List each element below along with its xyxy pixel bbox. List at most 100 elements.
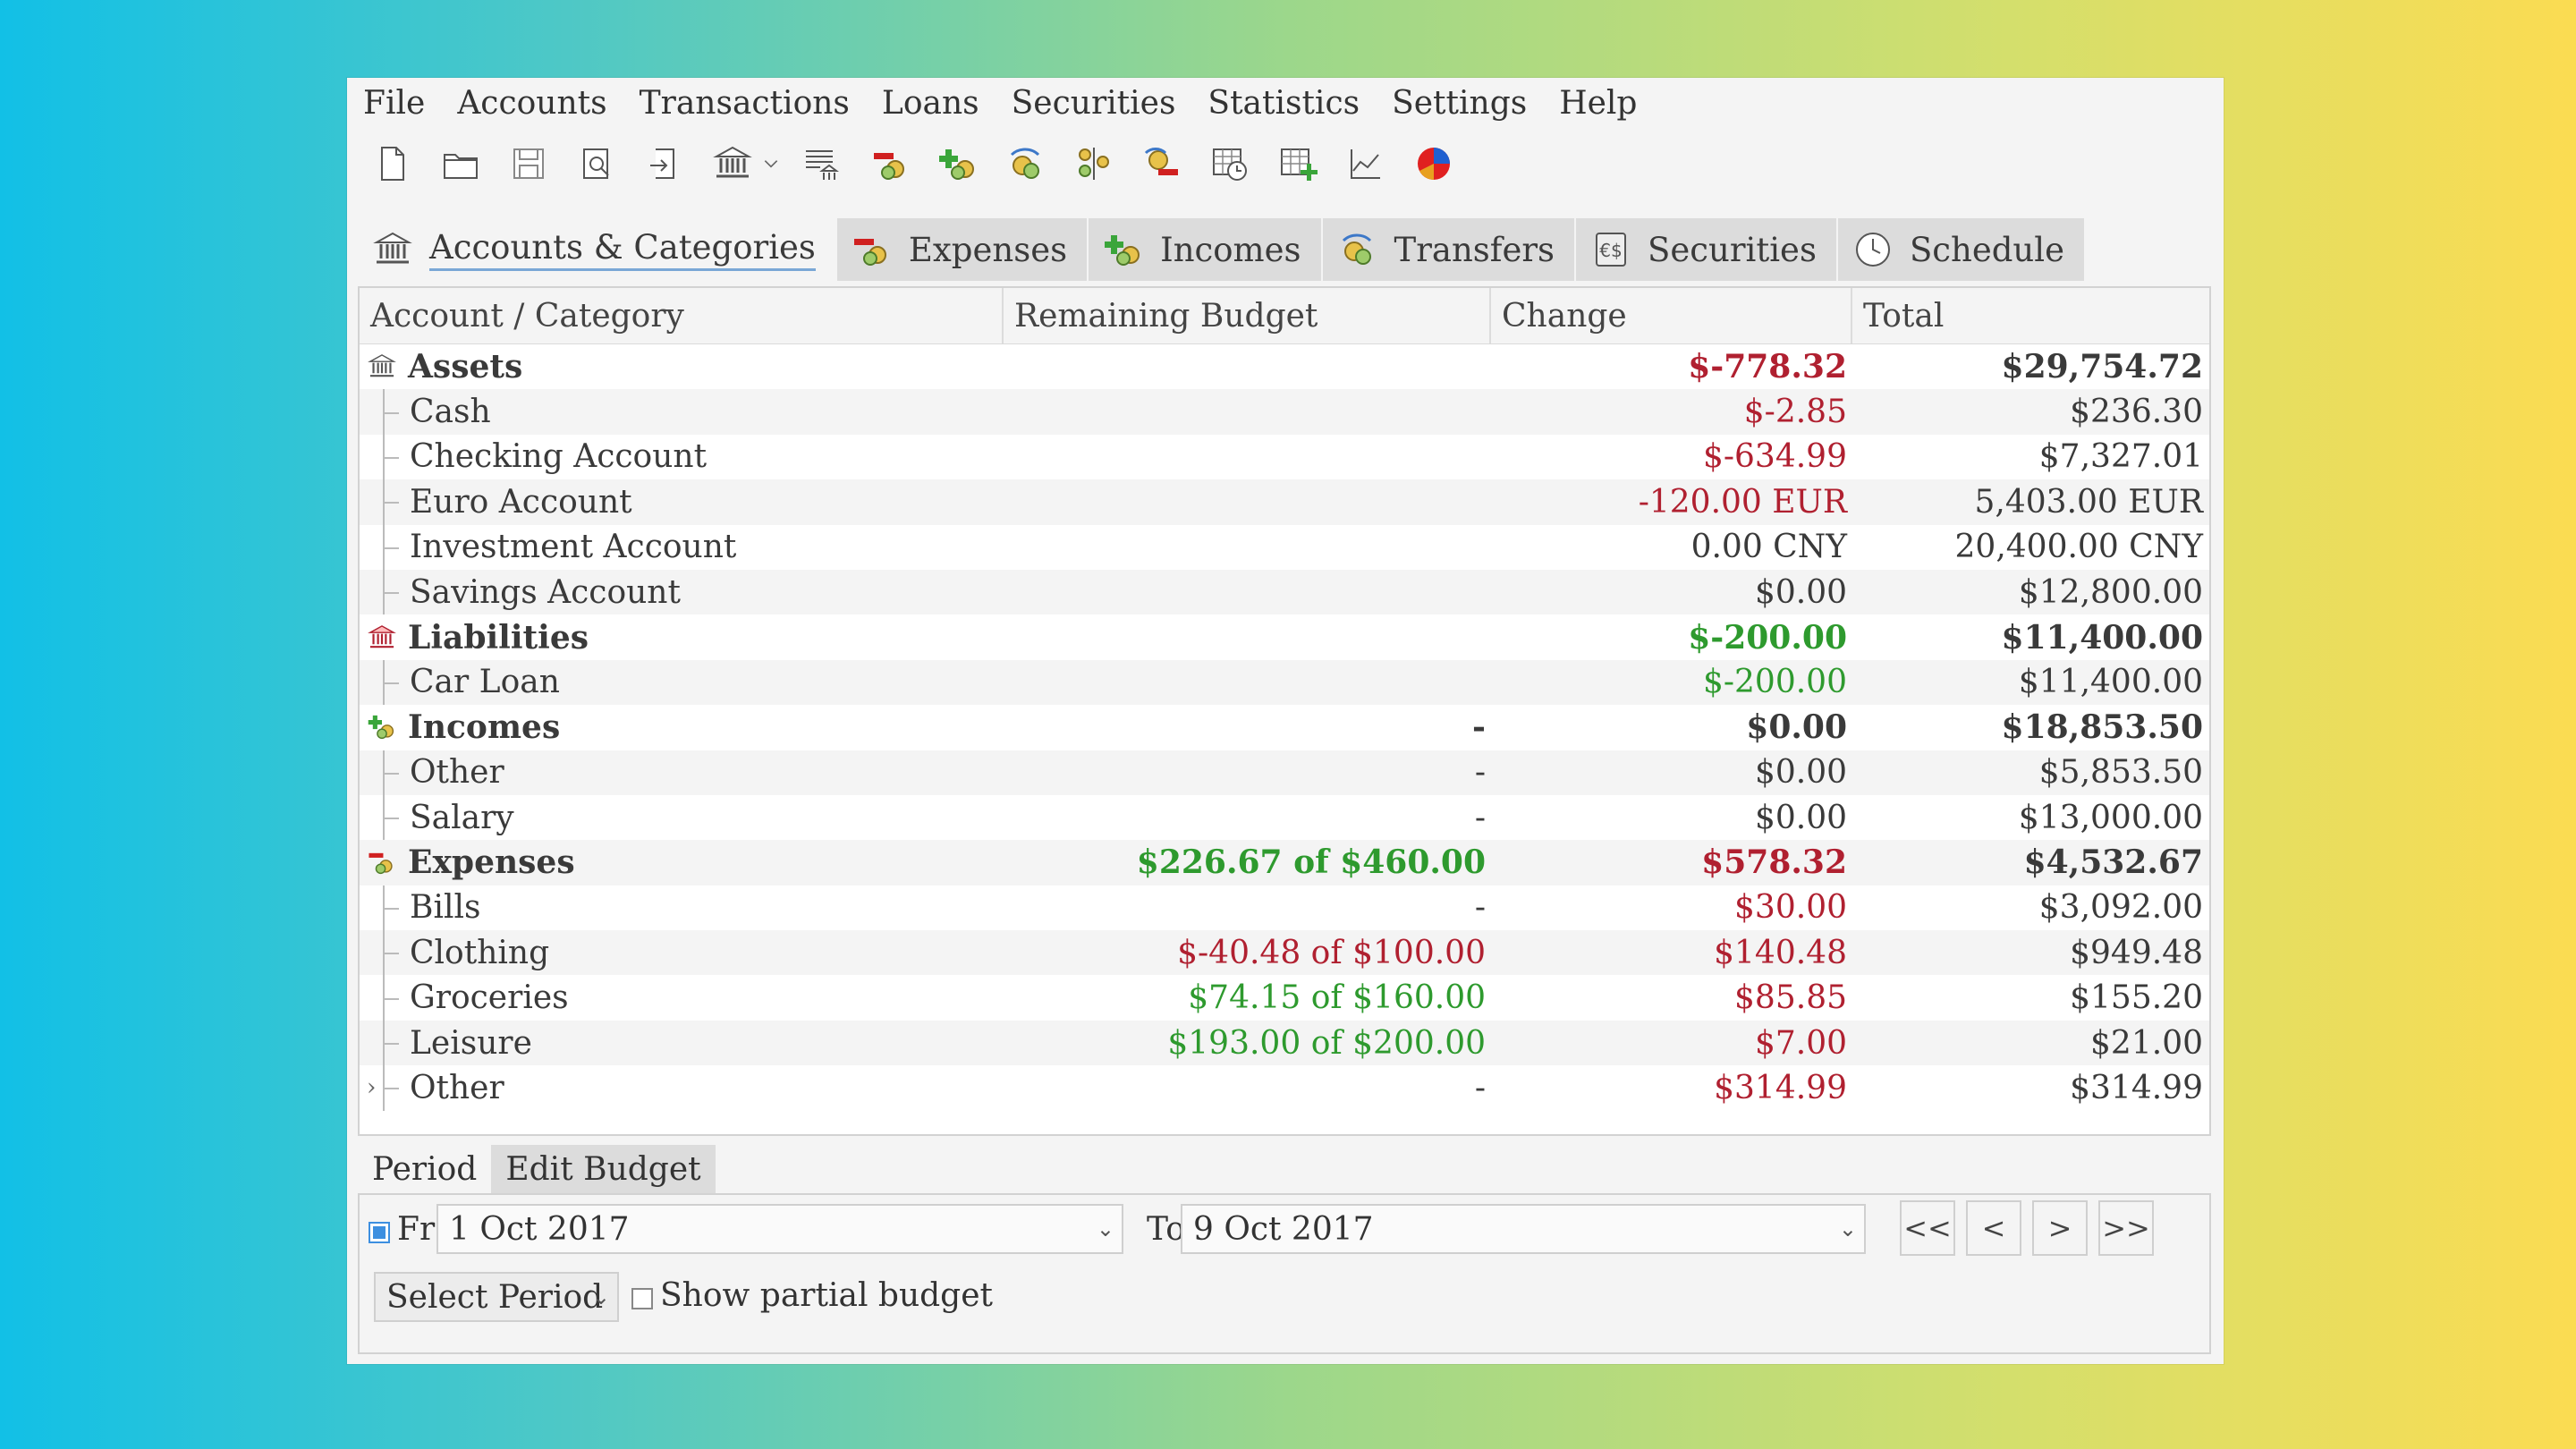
table-row[interactable]: Salary - $0.00 $13,000.00: [360, 794, 2209, 841]
tree-line: [383, 389, 402, 435]
account-cell: Savings Account: [360, 569, 1004, 615]
account-name: Groceries: [410, 979, 569, 1017]
tab-label: Securities: [1648, 230, 1817, 269]
tree-line: [383, 750, 402, 795]
change-cell: $7.00: [1754, 1024, 1847, 1062]
menu-file[interactable]: File: [363, 85, 425, 122]
column-header-account[interactable]: Account / Category: [360, 288, 1004, 343]
first-period-button[interactable]: <<: [1900, 1200, 1955, 1256]
table-row[interactable]: › Other - $314.99 $314.99: [360, 1065, 2209, 1111]
table-row[interactable]: Leisure $193.00 of $200.00 $7.00 $21.00: [360, 1020, 2209, 1066]
print-preview-icon[interactable]: [569, 139, 624, 189]
account-cell: Liabilities: [360, 614, 1004, 659]
pie-chart-icon[interactable]: [1406, 139, 1462, 189]
dropdown-arrow-icon[interactable]: [760, 139, 782, 189]
menu-statistics[interactable]: Statistics: [1208, 85, 1360, 122]
table-row[interactable]: Assets $-778.32 $29,754.72: [360, 344, 2209, 389]
bank-account-icon[interactable]: [705, 139, 760, 189]
income-icon: [1103, 229, 1144, 270]
bank-icon: [367, 352, 397, 382]
table-row[interactable]: Checking Account $-634.99 $7,327.01: [360, 434, 2209, 480]
schedule-transaction-icon[interactable]: [1202, 139, 1258, 189]
table-row[interactable]: Euro Account -120.00 EUR 5,403.00 EUR: [360, 479, 2209, 525]
tab-label: Accounts & Categories: [429, 228, 816, 271]
line-chart-icon[interactable]: [1338, 139, 1394, 189]
show-partial-budget-checkbox[interactable]: [631, 1288, 653, 1309]
table-row[interactable]: Groceries $74.15 of $160.00 $85.85 $155.20: [360, 975, 2209, 1021]
change-cell: $0.00: [1746, 708, 1847, 747]
account-name: Car Loan: [410, 664, 560, 701]
menu-securities[interactable]: Securities: [1012, 85, 1176, 122]
to-date-field[interactable]: 9 Oct 2017 ⌄: [1181, 1204, 1866, 1254]
menu-help[interactable]: Help: [1559, 85, 1637, 122]
from-date-field[interactable]: 1 Oct 2017 ⌄: [436, 1204, 1123, 1254]
last-period-button[interactable]: >>: [2098, 1200, 2154, 1256]
select-period-label: Select Period: [386, 1278, 604, 1316]
from-checkbox[interactable]: [369, 1222, 390, 1243]
expand-arrow-icon[interactable]: ›: [367, 1074, 376, 1101]
tab-accounts-categories[interactable]: Accounts & Categories: [358, 218, 837, 281]
new-file-icon[interactable]: [365, 139, 420, 189]
change-cell: $0.00: [1754, 573, 1847, 611]
from-date-value: 1 Oct 2017: [449, 1210, 630, 1248]
previous-period-button[interactable]: <: [1966, 1200, 2021, 1256]
column-header-remaining-budget[interactable]: Remaining Budget: [1004, 288, 1491, 343]
tab-incomes[interactable]: Incomes: [1089, 218, 1323, 281]
table-row[interactable]: Bills - $30.00 $3,092.00: [360, 885, 2209, 931]
table-row[interactable]: Car Loan $-200.00 $11,400.00: [360, 659, 2209, 706]
column-header-change[interactable]: Change: [1491, 288, 1852, 343]
account-cell: Other: [360, 750, 1004, 795]
tab-schedule[interactable]: Schedule: [1837, 218, 2086, 281]
column-header-total[interactable]: Total: [1852, 288, 2208, 343]
table-row[interactable]: Cash $-2.85 $236.30: [360, 389, 2209, 435]
next-period-button[interactable]: >: [2032, 1200, 2088, 1256]
split-transaction-icon[interactable]: [1066, 139, 1122, 189]
delete-transaction-icon[interactable]: [1134, 139, 1190, 189]
table-row[interactable]: Expenses $226.67 of $460.00 $578.32 $4,532.…: [360, 840, 2209, 886]
tree-line: [383, 930, 402, 976]
open-folder-icon[interactable]: [433, 139, 488, 189]
menu-accounts[interactable]: Accounts: [457, 85, 606, 122]
change-cell: $85.85: [1734, 979, 1847, 1017]
menu-settings[interactable]: Settings: [1392, 85, 1527, 122]
tab-expenses[interactable]: Expenses: [836, 218, 1089, 281]
tab-securities[interactable]: €$ Securities: [1576, 218, 1838, 281]
tab-period[interactable]: Period: [358, 1145, 492, 1193]
bank-icon: [372, 229, 413, 270]
tab-edit-budget[interactable]: Edit Budget: [491, 1145, 716, 1193]
table-row[interactable]: Liabilities $-200.00 $11,400.00: [360, 614, 2209, 659]
select-period-dropdown[interactable]: Select Period ⌄: [374, 1272, 619, 1322]
total-cell: $21.00: [2090, 1024, 2203, 1062]
change-cell: $140.48: [1714, 934, 1847, 971]
table-row[interactable]: Savings Account $0.00 $12,800.00: [360, 569, 2209, 615]
menu-loans[interactable]: Loans: [882, 85, 979, 122]
tab-label: Expenses: [908, 230, 1068, 269]
liabilities-icon: [367, 623, 397, 653]
total-cell: $3,092.00: [2038, 889, 2203, 927]
remaining-budget-cell: $193.00 of $200.00: [1167, 1024, 1486, 1062]
remaining-budget-cell: -: [1474, 754, 1486, 792]
securities-icon: €$: [1590, 229, 1631, 270]
tree-line: [383, 434, 402, 480]
table-row[interactable]: Clothing $-40.48 of $100.00 $140.48 $949.48: [360, 930, 2209, 976]
menu-transactions[interactable]: Transactions: [640, 85, 850, 122]
table-row[interactable]: Incomes - $0.00 $18,853.50: [360, 705, 2209, 750]
tree-line: [383, 975, 402, 1021]
total-cell: $18,853.50: [2001, 708, 2203, 747]
new-transfer-icon[interactable]: [998, 139, 1054, 189]
table-row[interactable]: Other - $0.00 $5,853.50: [360, 750, 2209, 795]
change-cell: -120.00 EUR: [1638, 483, 1847, 521]
save-icon[interactable]: [501, 139, 556, 189]
tab-transfers[interactable]: Transfers: [1322, 218, 1577, 281]
import-icon[interactable]: [637, 139, 692, 189]
remaining-budget-cell: [1004, 479, 1491, 524]
new-income-icon[interactable]: [930, 139, 986, 189]
add-budget-icon[interactable]: [1270, 139, 1326, 189]
total-cell: $4,532.67: [2023, 843, 2203, 882]
accounts-table: Account / Category Remaining Budget Chan…: [358, 286, 2211, 1136]
account-name: Other: [410, 754, 504, 792]
ledger-icon[interactable]: [794, 139, 850, 189]
new-expense-icon[interactable]: [862, 139, 918, 189]
remaining-budget-cell: [1004, 614, 1491, 659]
table-row[interactable]: Investment Account 0.00 CNY 20,400.00 CNY: [360, 524, 2209, 570]
